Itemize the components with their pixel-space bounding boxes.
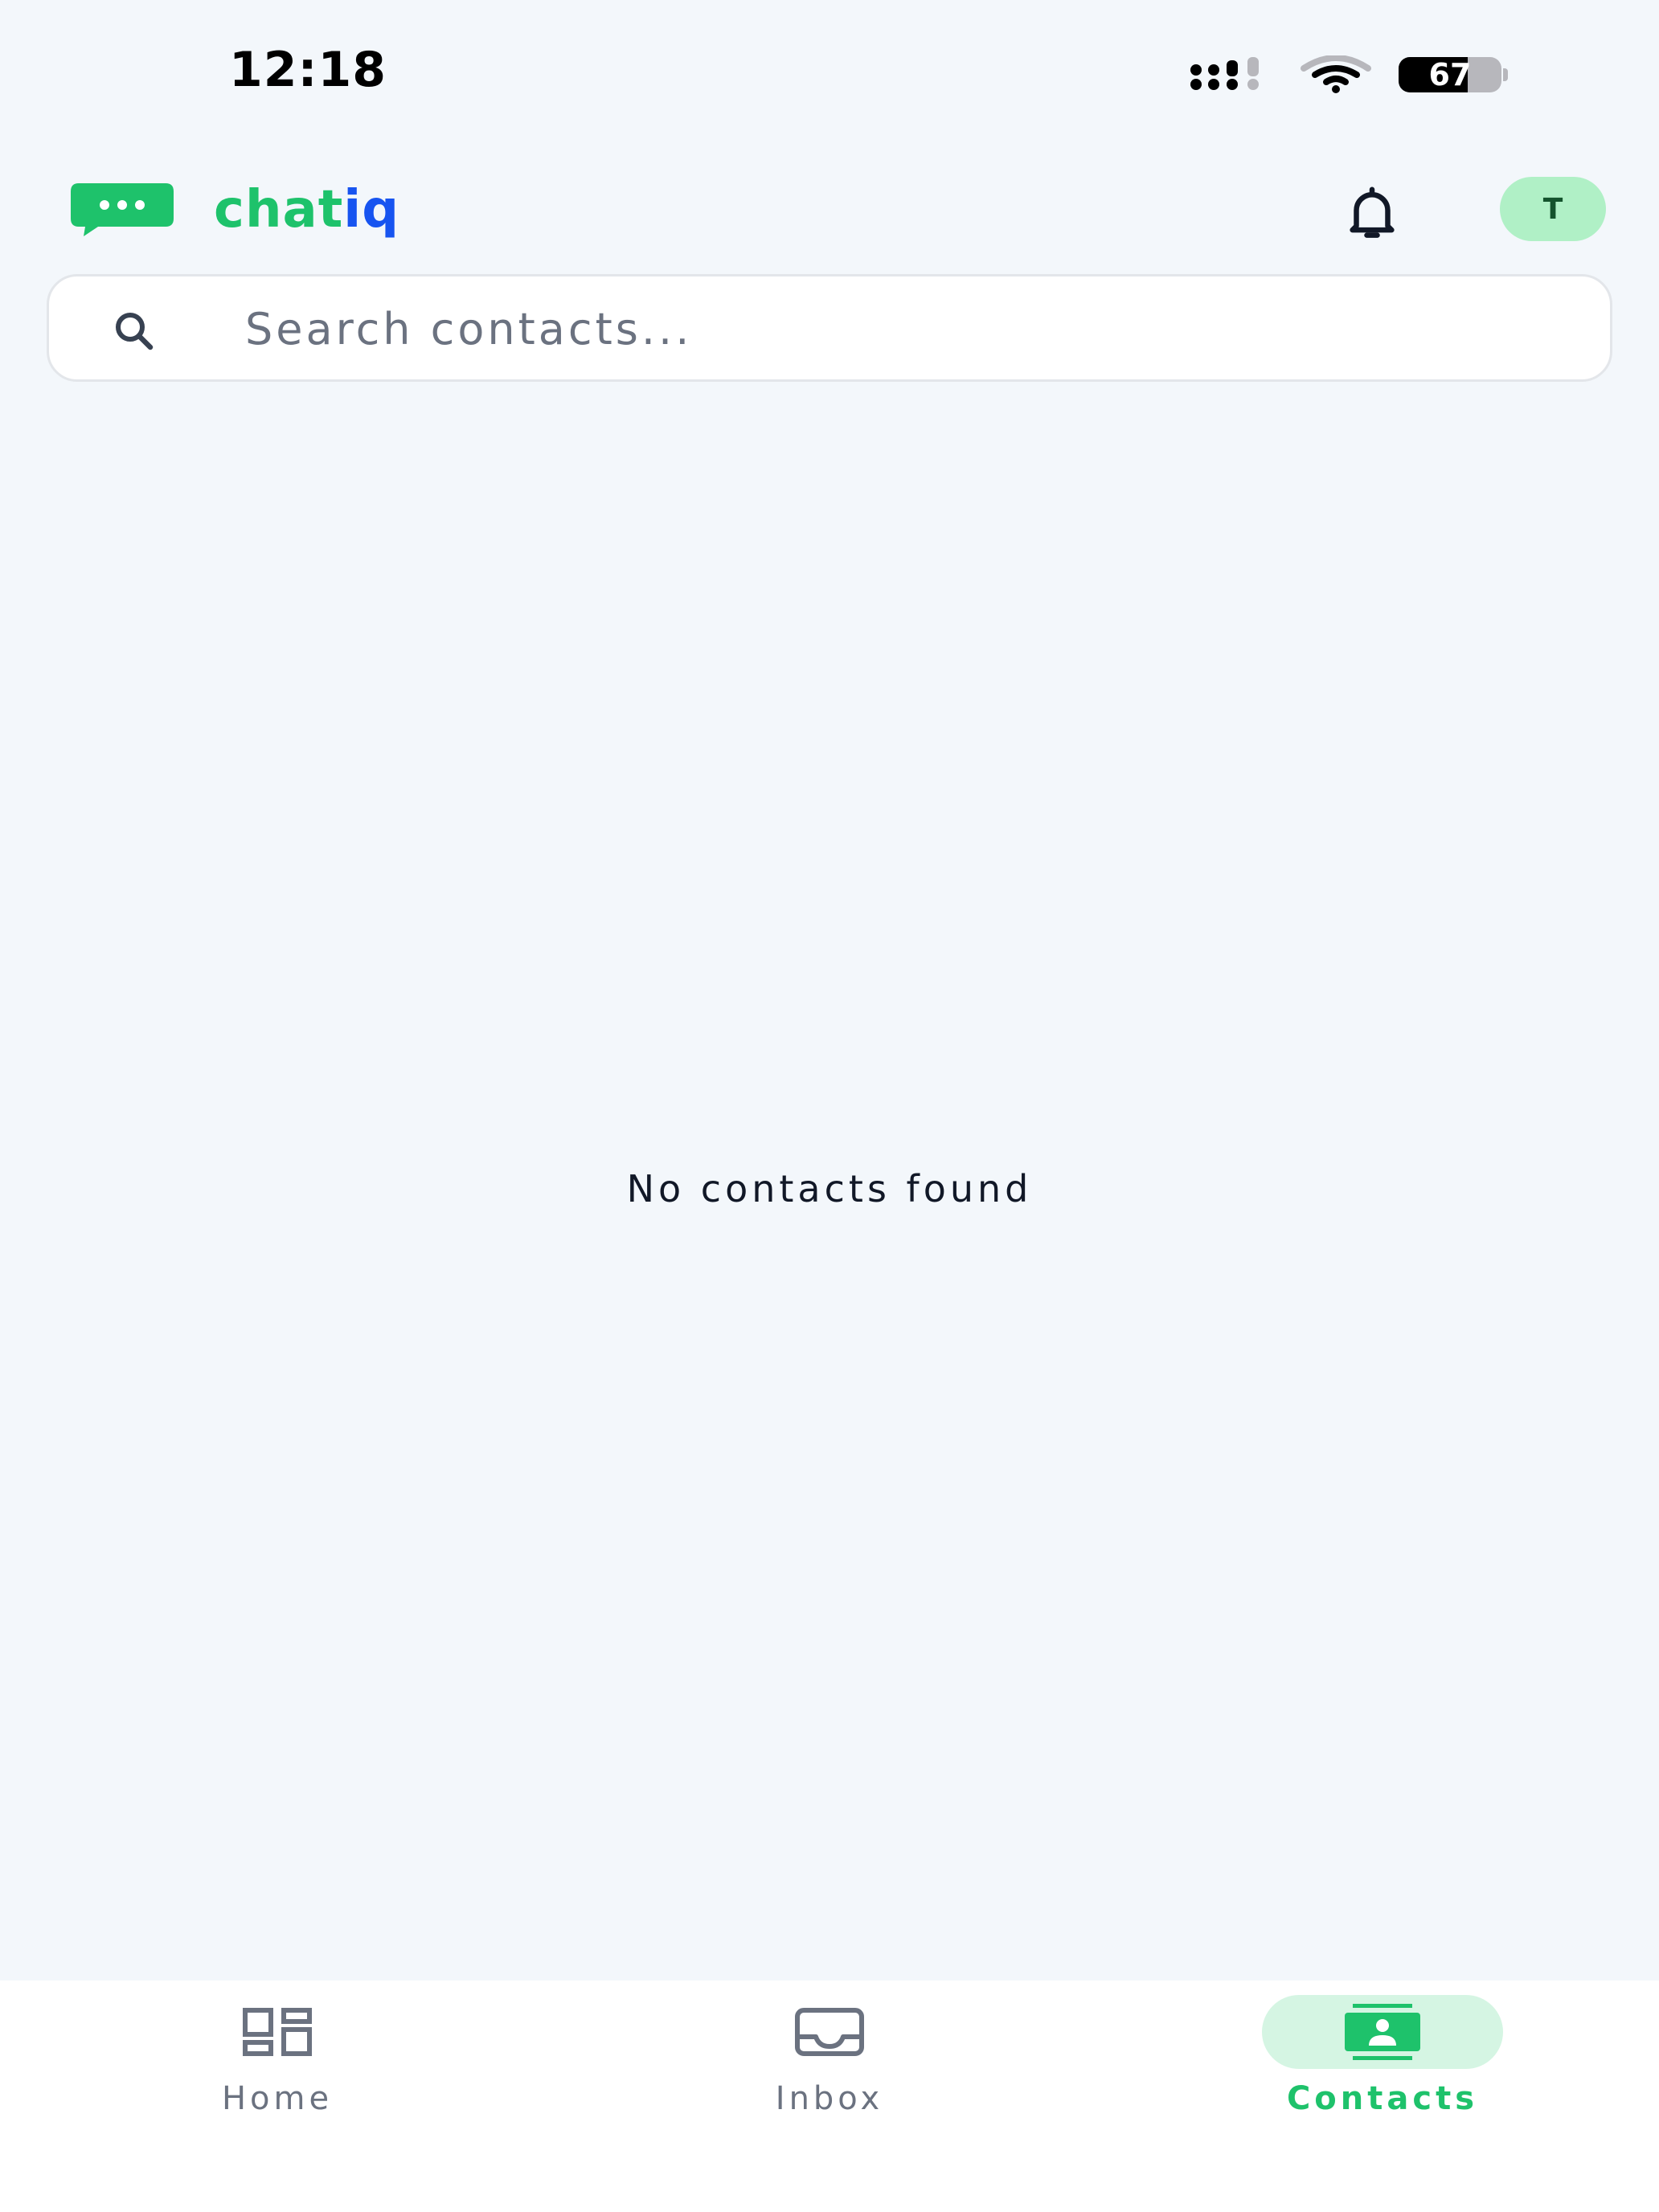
search-bar[interactable] (47, 274, 1612, 382)
active-tab-pill (1262, 1995, 1503, 2069)
cellular-signal-icon (1190, 57, 1259, 90)
dashboard-icon (243, 2008, 312, 2056)
nav-item-contacts[interactable]: Contacts (1246, 1995, 1519, 2156)
brand-name-accent: iq (343, 180, 400, 240)
status-icons: 67 (1190, 55, 1508, 95)
battery-level: 67 (1428, 57, 1472, 92)
bell-icon (1350, 186, 1395, 238)
wifi-icon (1301, 55, 1371, 93)
brand: chatiq (69, 180, 399, 240)
chat-bubble-icon (71, 183, 174, 236)
user-avatar[interactable]: T (1500, 177, 1606, 241)
search-input[interactable] (245, 293, 1563, 365)
app-header: chatiq T (0, 161, 1659, 257)
nav-label-home: Home (221, 2080, 334, 2117)
bottom-nav: Home Inbox Contacts (0, 1981, 1659, 2212)
battery-icon: 67 (1399, 57, 1508, 92)
inbox-icon (795, 2008, 864, 2056)
empty-state-message: No contacts found (626, 1167, 1033, 1210)
brand-name-primary: chat (214, 180, 344, 240)
notifications-button[interactable] (1339, 180, 1405, 246)
status-bar: 12:18 67 (0, 0, 1659, 145)
search-icon (116, 313, 154, 350)
nav-item-home[interactable]: Home (141, 1995, 414, 2156)
nav-label-contacts: Contacts (1286, 2080, 1479, 2117)
contact-card-icon (1345, 2004, 1420, 2060)
nav-label-inbox: Inbox (775, 2080, 884, 2117)
status-time: 12:18 (229, 42, 387, 98)
brand-name: chatiq (214, 180, 399, 240)
nav-item-inbox[interactable]: Inbox (693, 1995, 966, 2156)
